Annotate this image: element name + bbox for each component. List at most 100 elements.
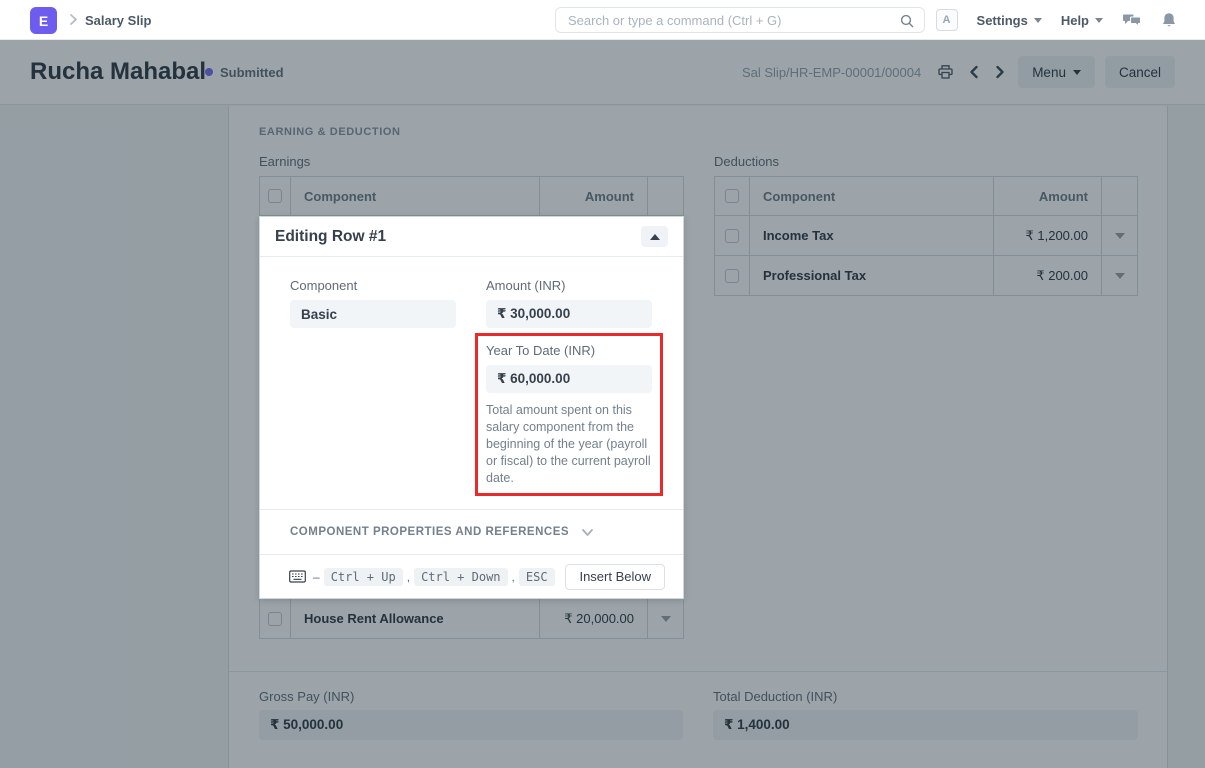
- earnings-table-header: Component Amount: [259, 176, 684, 216]
- notifications-bell-icon[interactable]: [1161, 12, 1177, 29]
- deductions-label: Deductions: [714, 154, 1138, 169]
- caret-down-icon: [661, 616, 671, 622]
- row-component-name: Income Tax: [750, 216, 994, 255]
- triangle-up-icon: [650, 234, 660, 240]
- caret-down-icon: [1115, 233, 1125, 239]
- chevron-down-icon: [581, 528, 594, 537]
- navbar: E Salary Slip A Settings Help: [0, 0, 1205, 40]
- form-card: EARNING & DEDUCTION Earnings Component A…: [228, 106, 1168, 768]
- earnings-amount-header: Amount: [540, 177, 648, 215]
- help-label: Help: [1061, 13, 1089, 28]
- caret-down-icon: [1115, 273, 1125, 279]
- row-component-name: Professional Tax: [750, 256, 994, 295]
- total-deduction-field: Total Deduction (INR) ₹ 1,400.00: [713, 689, 1138, 740]
- app-logo[interactable]: E: [30, 7, 57, 34]
- ytd-field-label: Year To Date (INR): [486, 343, 652, 358]
- amount-field-label: Amount (INR): [486, 278, 652, 293]
- app-window: E Salary Slip A Settings Help: [0, 0, 1205, 768]
- page-title: Rucha Mahabal: [30, 58, 206, 86]
- gross-pay-value: ₹ 50,000.00: [259, 710, 683, 740]
- previous-document-icon[interactable]: [966, 65, 982, 79]
- row-expand-button[interactable]: [1102, 256, 1137, 295]
- dialog-title: Editing Row #1: [275, 228, 386, 246]
- shortcut-esc: ESC: [519, 568, 555, 586]
- earnings-label: Earnings: [259, 154, 684, 169]
- component-properties-label: COMPONENT PROPERTIES AND REFERENCES: [290, 526, 569, 538]
- select-all-checkbox[interactable]: [725, 189, 739, 203]
- totals-section: Gross Pay (INR) ₹ 50,000.00 Total Deduct…: [229, 671, 1167, 740]
- insert-below-button[interactable]: Insert Below: [565, 564, 665, 590]
- settings-label: Settings: [977, 13, 1028, 28]
- row-component-name: House Rent Allowance: [291, 599, 540, 638]
- cancel-button-label: Cancel: [1119, 65, 1161, 80]
- ytd-highlight-box: Year To Date (INR) ₹ 60,000.00 Total amo…: [475, 333, 663, 496]
- help-menu[interactable]: Help: [1061, 13, 1103, 28]
- navbar-actions: A Settings Help: [936, 0, 1177, 40]
- shortcut-separator: ,: [407, 570, 410, 584]
- earnings-component-header: Component: [291, 177, 540, 215]
- document-name: Sal Slip/HR-EMP-00001/00004: [742, 65, 921, 80]
- menu-button-label: Menu: [1032, 65, 1066, 80]
- avatar-letter: A: [943, 14, 951, 26]
- row-checkbox[interactable]: [725, 269, 739, 283]
- deductions-component-header: Component: [750, 177, 994, 215]
- ytd-field-description: Total amount spent on this salary compon…: [486, 402, 652, 487]
- menu-button[interactable]: Menu: [1018, 56, 1095, 88]
- chevron-down-icon: [1073, 70, 1081, 75]
- next-document-icon[interactable]: [992, 65, 1008, 79]
- row-amount: ₹ 1,200.00: [994, 216, 1102, 255]
- gross-pay-field: Gross Pay (INR) ₹ 50,000.00: [259, 689, 683, 740]
- component-field-input[interactable]: Basic: [290, 300, 456, 328]
- section-title: EARNING & DEDUCTION: [259, 126, 1138, 138]
- row-amount: ₹ 200.00: [994, 256, 1102, 295]
- search-input[interactable]: [556, 8, 924, 32]
- row-checkbox[interactable]: [725, 229, 739, 243]
- row-expand-button[interactable]: [1102, 216, 1137, 255]
- breadcrumb[interactable]: Salary Slip: [85, 0, 151, 40]
- table-row-income-tax[interactable]: Income Tax ₹ 1,200.00: [714, 216, 1138, 256]
- keyboard-shortcuts: – Ctrl + Up , Ctrl + Down , ESC: [289, 568, 555, 586]
- status-badge: Submitted: [205, 65, 284, 80]
- chat-icon[interactable]: [1122, 12, 1142, 28]
- total-deduction-value: ₹ 1,400.00: [713, 710, 1138, 740]
- cancel-button[interactable]: Cancel: [1105, 56, 1175, 88]
- global-search: [555, 7, 925, 33]
- deductions-table-header: Component Amount: [714, 176, 1138, 216]
- shortcut-ctrl-up: Ctrl + Up: [324, 568, 403, 586]
- search-icon[interactable]: [899, 13, 915, 29]
- chevron-down-icon: [1034, 18, 1042, 23]
- app-logo-letter: E: [39, 13, 48, 29]
- deductions-section: Deductions Component Amount Income Tax ₹…: [714, 154, 1138, 639]
- amount-column: Amount (INR) ₹ 30,000.00 Year To Date (I…: [486, 278, 652, 496]
- page-header: Rucha Mahabal Submitted Sal Slip/HR-EMP-…: [0, 40, 1205, 105]
- row-checkbox[interactable]: [268, 612, 282, 626]
- settings-menu[interactable]: Settings: [977, 13, 1042, 28]
- dialog-header: Editing Row #1: [260, 217, 683, 257]
- row-expand-button[interactable]: [648, 599, 683, 638]
- chevron-down-icon: [1095, 18, 1103, 23]
- row-amount: ₹ 20,000.00: [540, 599, 648, 638]
- component-field: Component Basic: [290, 278, 456, 496]
- table-row-house-rent-allowance[interactable]: House Rent Allowance ₹ 20,000.00: [259, 599, 684, 639]
- select-all-checkbox[interactable]: [268, 189, 282, 203]
- total-deduction-label: Total Deduction (INR): [713, 689, 1138, 704]
- table-row-professional-tax[interactable]: Professional Tax ₹ 200.00: [714, 256, 1138, 296]
- gross-pay-label: Gross Pay (INR): [259, 689, 683, 704]
- shortcut-ctrl-down: Ctrl + Down: [414, 568, 507, 586]
- breadcrumb-chevron-icon: [67, 13, 80, 26]
- avatar[interactable]: A: [936, 9, 958, 31]
- component-properties-section-toggle[interactable]: COMPONENT PROPERTIES AND REFERENCES: [260, 509, 683, 555]
- print-icon[interactable]: [935, 64, 956, 80]
- component-field-label: Component: [290, 278, 456, 293]
- deductions-amount-header: Amount: [994, 177, 1102, 215]
- earnings-section: Earnings Component Amount Editing Row #1: [259, 154, 684, 639]
- page-header-actions: Sal Slip/HR-EMP-00001/00004 Menu Cancel: [742, 56, 1175, 88]
- ytd-field-input[interactable]: ₹ 60,000.00: [486, 365, 652, 393]
- status-dot-icon: [205, 68, 213, 76]
- shortcut-separator: ,: [512, 570, 515, 584]
- dialog-footer: – Ctrl + Up , Ctrl + Down , ESC Insert B…: [260, 555, 683, 598]
- amount-field-input[interactable]: ₹ 30,000.00: [486, 300, 652, 328]
- status-label: Submitted: [220, 65, 284, 80]
- collapse-row-button[interactable]: [641, 226, 668, 247]
- keyboard-icon: [289, 570, 306, 583]
